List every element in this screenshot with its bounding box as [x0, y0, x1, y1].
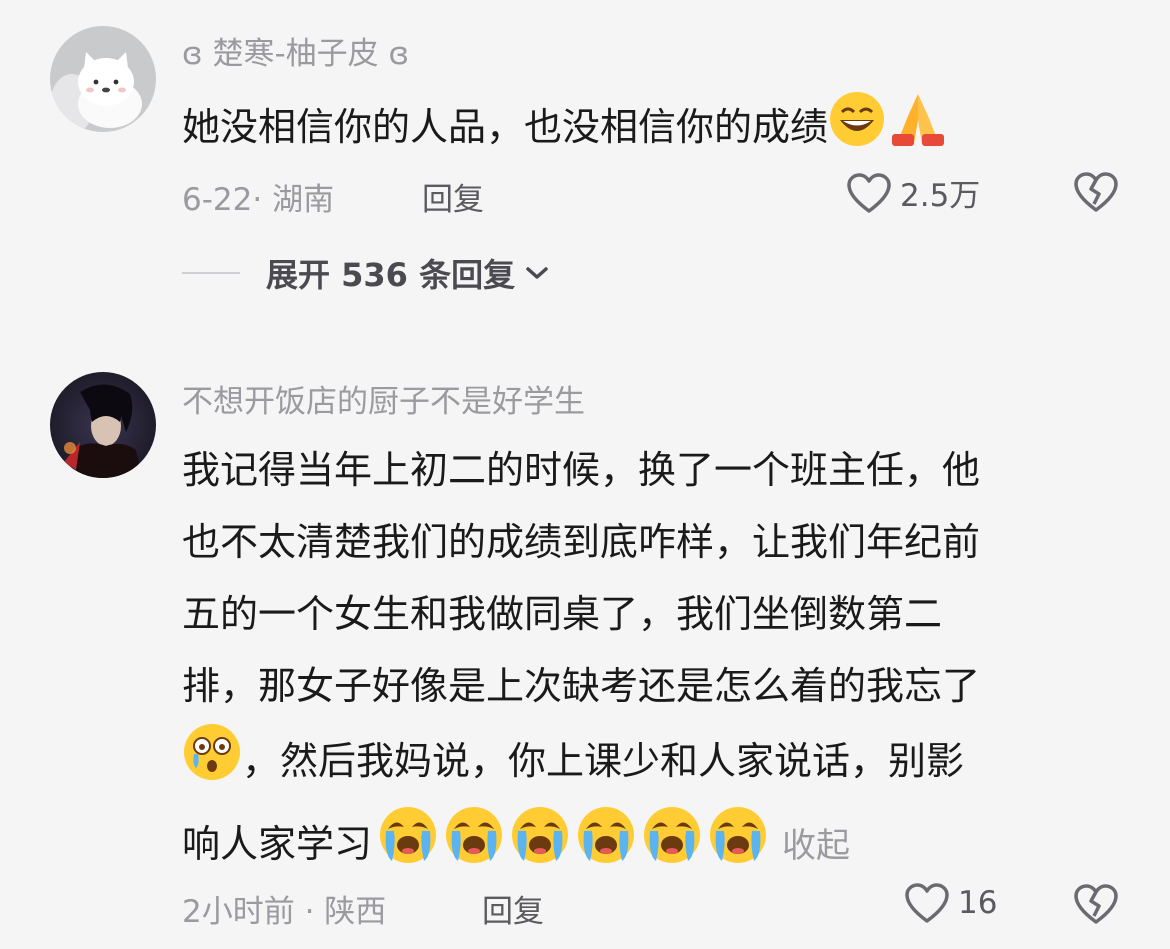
comment-text-content: ，然后我妈说，你上课少和人家说话，别影 — [242, 739, 965, 783]
like-button[interactable]: 16 — [904, 882, 997, 924]
comment-text-line: 我记得当年上初二的时候，换了一个班主任，他 — [182, 448, 981, 492]
crying-emoji — [642, 805, 702, 888]
grin-emoji — [828, 90, 886, 171]
crying-emoji — [510, 805, 570, 888]
comment-text: 她没相信你的人品，也没相信你的成绩 — [182, 90, 950, 171]
comment-text: 我记得当年上初二的时候，换了一个班主任，他 也不太清楚我们的成绩到底咋样，让我们… — [182, 434, 980, 888]
shocked-emoji — [182, 722, 242, 805]
comment-date-location: 6-22· 湖南 — [182, 182, 335, 218]
username[interactable]: ɞ 楚寒-柚子皮 ɞ — [182, 28, 409, 73]
like-count: 16 — [958, 885, 998, 921]
crying-emoji — [576, 805, 636, 888]
expand-replies-button[interactable]: 展开 536 条回复 — [182, 250, 549, 296]
crying-emoji — [708, 805, 768, 888]
expand-replies-label: 展开 536 条回复 — [266, 256, 516, 294]
username[interactable]: 不想开饭店的厨子不是好学生 — [182, 376, 585, 421]
comment-text-content: 她没相信你的人品，也没相信你的成绩 — [182, 105, 829, 149]
collapse-button[interactable]: 收起 — [782, 826, 850, 866]
comment-text-content: 响人家学习 — [182, 822, 373, 866]
comment-text-line: 五的一个女生和我做同桌了，我们坐倒数第二 — [182, 592, 943, 636]
like-count: 2.5万 — [900, 178, 981, 214]
heart-icon — [846, 172, 892, 214]
crying-emoji — [378, 805, 438, 888]
comment-text-line: 排，那女子好像是上次缺考还是怎么着的我忘了 — [182, 664, 981, 708]
avatar[interactable] — [50, 26, 156, 132]
comment-text-line-with-emoji: 响人家学习 收起 — [182, 805, 980, 888]
reply-button[interactable]: 回复 — [482, 886, 544, 931]
broken-heart-icon — [1072, 882, 1120, 926]
broken-heart-icon — [1072, 170, 1120, 214]
heart-icon — [904, 882, 950, 924]
divider-line — [182, 272, 240, 274]
dislike-button[interactable] — [1072, 882, 1120, 926]
reply-button[interactable]: 回复 — [422, 174, 484, 219]
crying-emoji — [444, 805, 504, 888]
chevron-down-icon — [525, 265, 549, 281]
avatar[interactable] — [50, 372, 156, 478]
comment-date-location: 2小时前 · 陕西 — [182, 894, 387, 930]
pray-emoji — [886, 90, 950, 171]
dislike-button[interactable] — [1072, 170, 1120, 214]
like-button[interactable]: 2.5万 — [846, 170, 980, 215]
comment-text-line: 也不太清楚我们的成绩到底咋样，让我们年纪前 — [182, 520, 981, 564]
comment-text-line-with-emoji: ，然后我妈说，你上课少和人家说话，别影 — [182, 722, 980, 805]
